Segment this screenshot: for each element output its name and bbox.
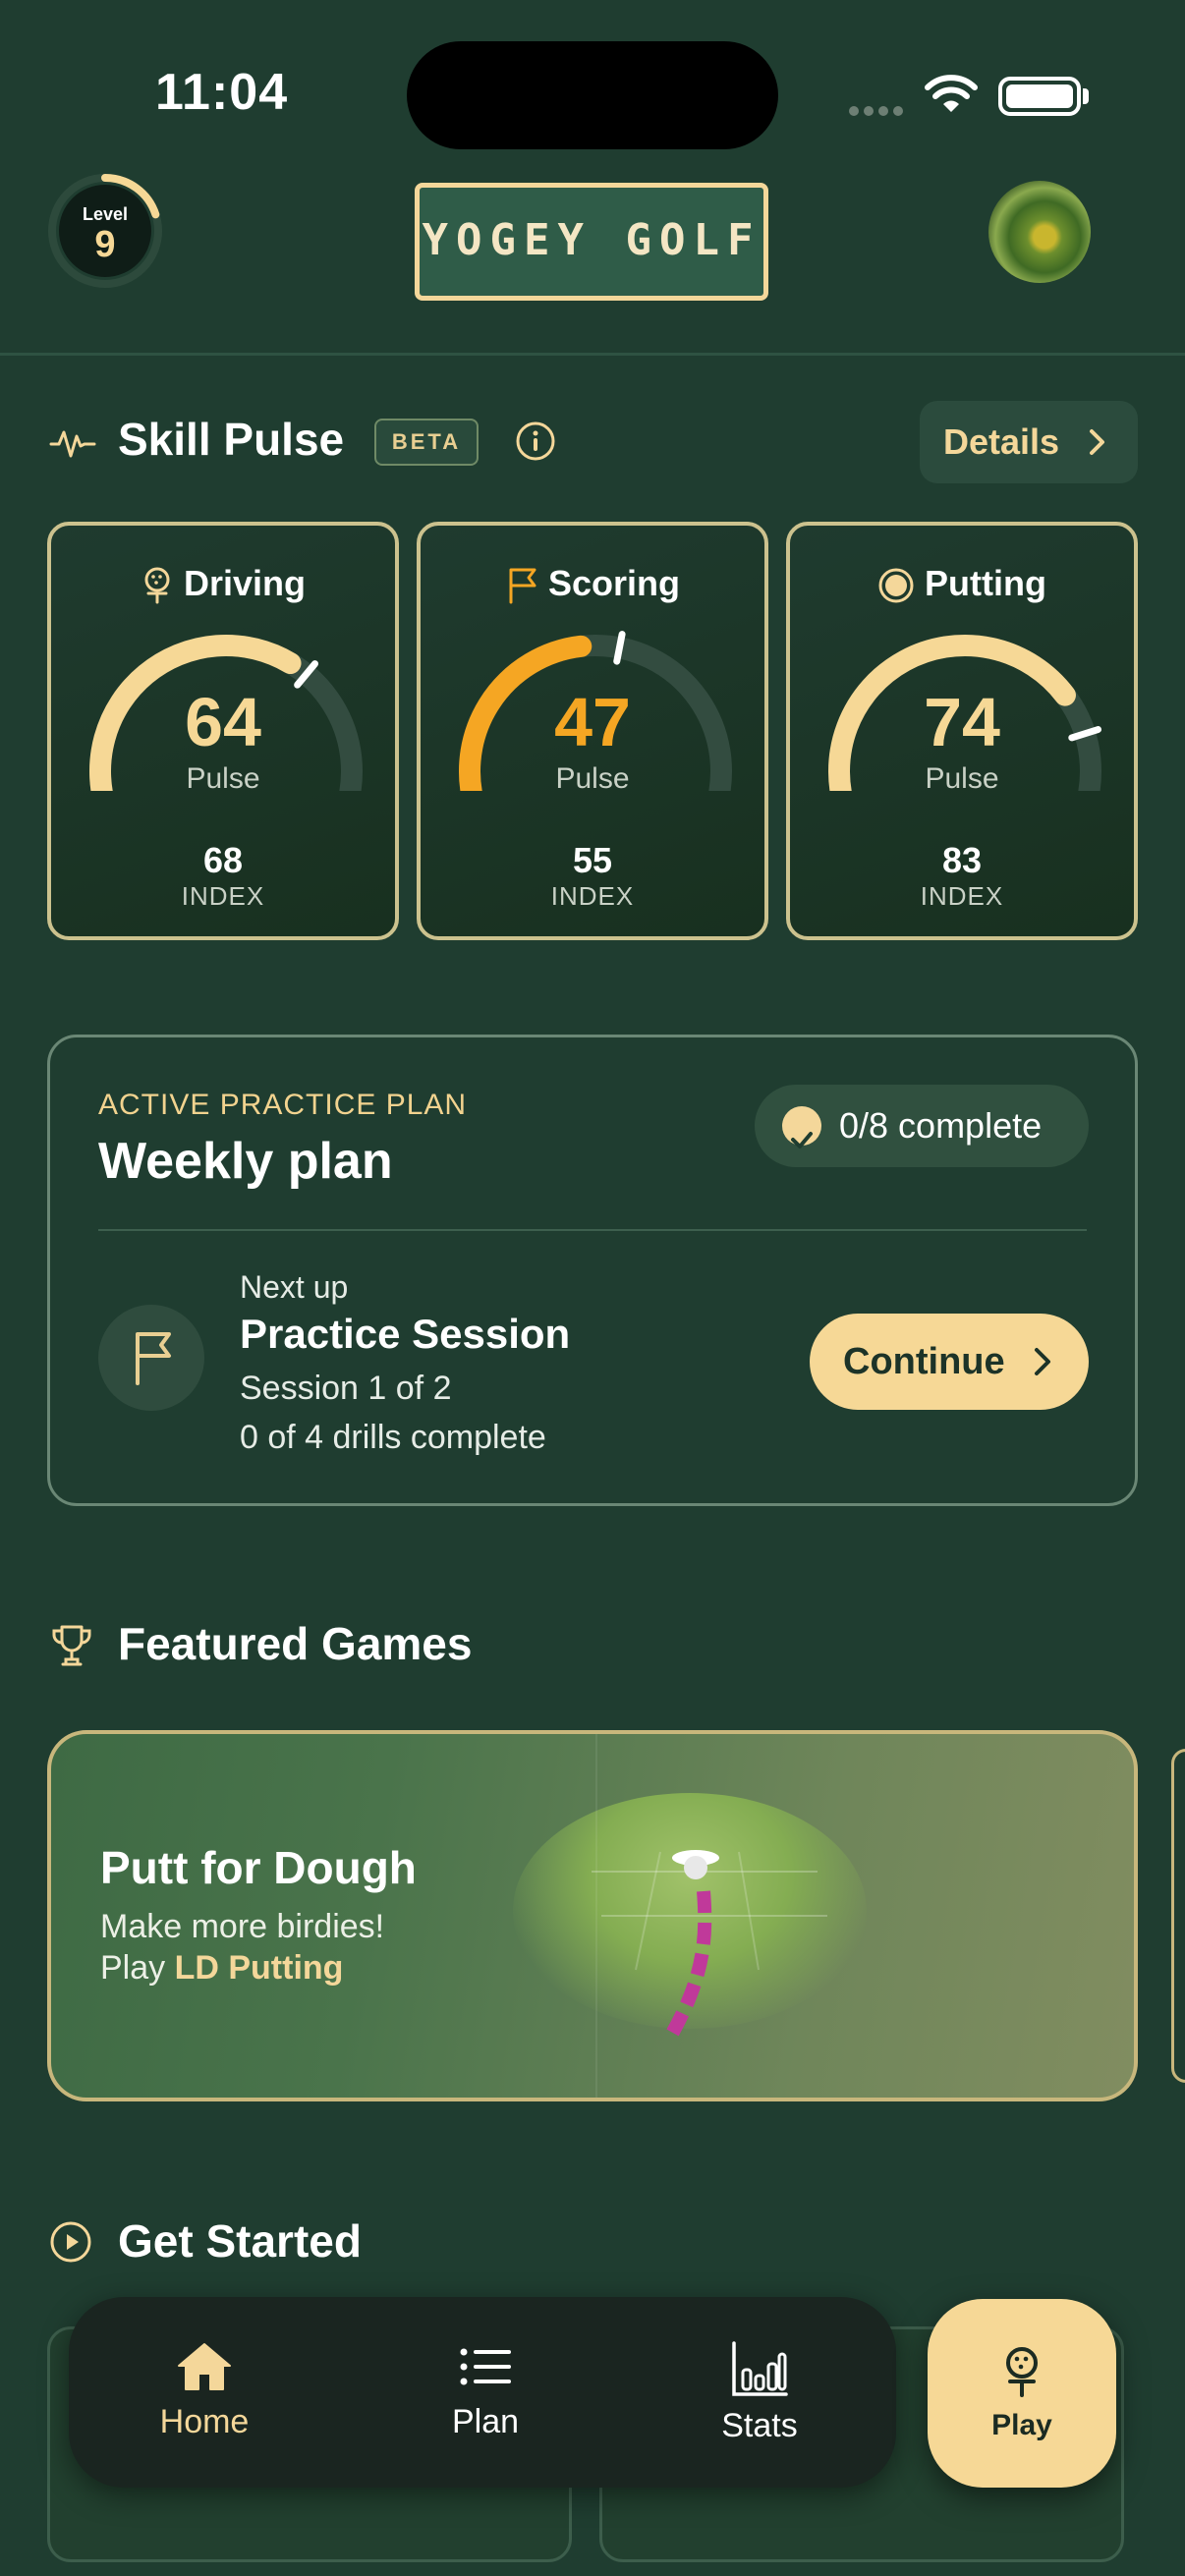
chevron-right-icon xyxy=(1090,429,1104,455)
tab-stats[interactable]: Stats xyxy=(629,2297,890,2488)
game-play-line: Play LD Putting xyxy=(100,1949,343,1988)
golf-tee-icon xyxy=(144,567,170,604)
plan-eyebrow: ACTIVE PRACTICE PLAN xyxy=(98,1089,468,1121)
game-link[interactable]: LD Putting xyxy=(175,1949,344,1987)
skill-card-putting[interactable]: Putting 74 Pulse 83 INDEX xyxy=(786,522,1138,940)
plan-divider xyxy=(98,1229,1087,1231)
skill-pulse-title: Skill Pulse xyxy=(118,414,345,465)
get-started-title: Get Started xyxy=(118,2215,362,2267)
skill-name: Driving xyxy=(183,563,306,603)
app-logo: YOGEY GOLF xyxy=(415,183,768,301)
skill-card-driving[interactable]: Driving 64 Pulse 68 INDEX xyxy=(47,522,399,940)
skill-card-scoring[interactable]: Scoring 47 Pulse 55 INDEX xyxy=(417,522,768,940)
level-label: Level xyxy=(82,204,129,224)
hole-icon xyxy=(878,568,914,603)
tab-label: Plan xyxy=(451,2403,520,2440)
featured-games-title: Featured Games xyxy=(118,1618,473,1669)
index-value: 55 xyxy=(572,840,613,880)
avatar[interactable] xyxy=(988,181,1091,283)
plan-progress-label: 0/8 complete xyxy=(839,1105,1043,1146)
cellular-signal-icon xyxy=(849,103,908,121)
play-circle-icon xyxy=(50,2221,91,2263)
home-icon xyxy=(178,2343,231,2390)
battery-icon xyxy=(998,77,1081,116)
index-value: 83 xyxy=(941,840,983,880)
trophy-icon xyxy=(52,1625,91,1666)
tab-bar: Home Plan Stats xyxy=(69,2297,896,2488)
details-label: Details xyxy=(943,421,1060,462)
game-title: Putt for Dough xyxy=(100,1842,417,1893)
session-title: Practice Session xyxy=(240,1311,571,1357)
bar-chart-icon xyxy=(732,2341,788,2396)
tab-home[interactable]: Home xyxy=(69,2297,340,2488)
pulse-label: Pulse xyxy=(925,762,999,795)
game-subtitle: Make more birdies! xyxy=(100,1908,385,1945)
plan-progress-pill: 0/8 complete xyxy=(755,1085,1089,1167)
level-badge[interactable]: Level 9 xyxy=(45,171,165,291)
next-game-card-peek[interactable] xyxy=(1171,1749,1185,2083)
details-button[interactable]: Details xyxy=(920,401,1138,483)
chevron-right-icon xyxy=(1035,1348,1050,1375)
play-prefix: Play xyxy=(100,1949,166,1987)
list-icon xyxy=(460,2348,511,2385)
wifi-icon xyxy=(925,75,978,112)
status-time: 11:04 xyxy=(155,64,289,121)
beta-badge: BETA xyxy=(374,419,479,466)
play-label: Play xyxy=(991,2409,1052,2441)
battery-nub xyxy=(1083,88,1089,104)
pulse-label: Pulse xyxy=(186,762,260,795)
drills-progress: 0 of 4 drills complete xyxy=(240,1419,546,1456)
tab-label: Stats xyxy=(721,2407,798,2444)
check-circle-icon xyxy=(782,1106,821,1148)
continue-button[interactable]: Continue xyxy=(810,1314,1089,1410)
pulse-value: 74 xyxy=(924,684,1000,760)
tab-plan[interactable]: Plan xyxy=(350,2297,621,2488)
index-label: INDEX xyxy=(920,881,1004,911)
pulse-label: Pulse xyxy=(555,762,630,795)
continue-label: Continue xyxy=(843,1341,1005,1382)
skill-name: Putting xyxy=(925,563,1046,603)
index-value: 68 xyxy=(202,840,244,880)
next-up-label: Next up xyxy=(240,1269,349,1305)
session-flag-icon xyxy=(98,1305,204,1411)
dynamic-island xyxy=(407,41,778,149)
skill-name: Scoring xyxy=(547,563,680,603)
level-value: 9 xyxy=(94,224,116,265)
index-label: INDEX xyxy=(550,881,635,911)
session-progress: Session 1 of 2 xyxy=(240,1370,452,1407)
flag-icon xyxy=(509,568,536,604)
play-button[interactable]: Play xyxy=(928,2299,1116,2488)
pulse-value: 47 xyxy=(554,684,631,760)
index-label: INDEX xyxy=(181,881,265,911)
pulse-icon xyxy=(49,430,96,458)
golf-tee-icon xyxy=(1006,2347,1038,2397)
plan-title: Weekly plan xyxy=(98,1133,393,1190)
tab-label: Home xyxy=(159,2403,250,2440)
info-icon[interactable] xyxy=(515,420,556,462)
header-divider xyxy=(0,353,1185,356)
pulse-value: 64 xyxy=(185,684,261,760)
